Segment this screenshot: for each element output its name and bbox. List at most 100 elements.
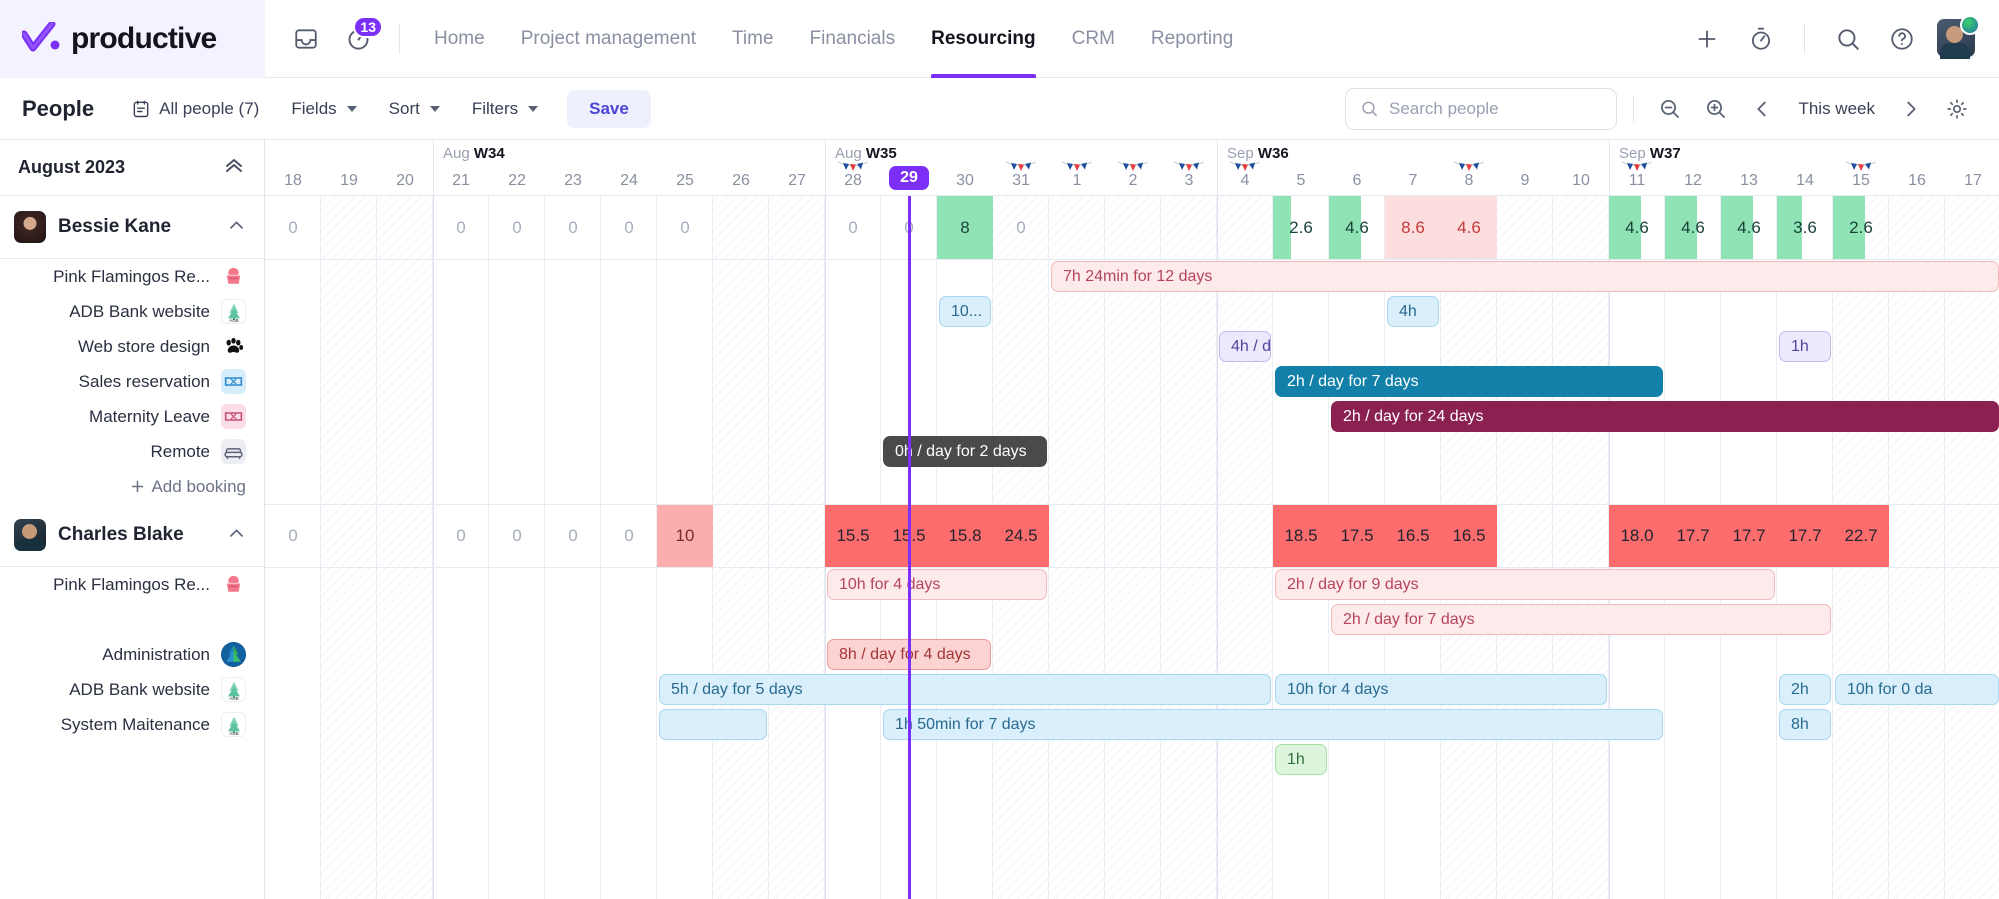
booking-bar[interactable]: 2h / day for 24 days <box>1331 401 1999 432</box>
capacity-cell[interactable]: 0 <box>825 196 881 259</box>
timeline-area[interactable]: Aug W34 Aug W35 Sep W36 Sep W37 18 19 20 21 2… <box>265 140 1999 899</box>
stopwatch-icon[interactable] <box>1742 20 1780 58</box>
help-icon[interactable] <box>1883 20 1921 58</box>
project-row[interactable]: Administration <box>0 637 264 672</box>
capacity-cell[interactable]: 10 <box>657 504 713 567</box>
booking-bar[interactable]: 4h <box>1387 296 1439 327</box>
view-selector-all-people[interactable]: All people (7) <box>120 92 270 126</box>
timeline-day-header[interactable]: 19 <box>321 140 377 196</box>
capacity-cell[interactable]: 2.6 <box>1833 196 1889 259</box>
timeline-day-header[interactable]: 30 <box>937 140 993 196</box>
add-booking-button[interactable]: Add booking <box>0 469 264 504</box>
booking-bar[interactable]: 2h / day for 7 days <box>1331 604 1831 635</box>
user-avatar[interactable] <box>1937 14 1980 59</box>
booking-bar[interactable]: 1h 50min for 7 days <box>883 709 1663 740</box>
timeline-day-header[interactable]: 5 <box>1273 140 1329 196</box>
save-button[interactable]: Save <box>567 89 651 128</box>
timeline-day-header[interactable]: 22 <box>489 140 545 196</box>
inbox-icon[interactable] <box>287 20 325 58</box>
capacity-cell[interactable]: 17.7 <box>1777 504 1833 567</box>
brand-logo[interactable]: productive <box>0 0 265 78</box>
timeline-day-header[interactable]: 1 <box>1049 140 1105 196</box>
timeline-day-header[interactable]: 15 <box>1833 140 1889 196</box>
booking-bar[interactable]: 10h for 4 days <box>1275 674 1607 705</box>
timeline-day-header[interactable]: 3 <box>1161 140 1217 196</box>
capacity-cell[interactable]: 0 <box>545 504 601 567</box>
capacity-cell[interactable]: 4.6 <box>1609 196 1665 259</box>
timeline-day-header[interactable]: 9 <box>1497 140 1553 196</box>
nav-item-home[interactable]: Home <box>434 0 485 78</box>
capacity-cell[interactable]: 15.5 <box>825 504 881 567</box>
search-people-box[interactable] <box>1345 87 1618 130</box>
project-row[interactable]: Remote <box>0 434 264 469</box>
chevron-up-icon[interactable] <box>227 524 246 547</box>
zoom-out-icon[interactable] <box>1650 89 1690 129</box>
timeline-day-header[interactable]: 11 <box>1609 140 1665 196</box>
booking-bar[interactable]: 4h / da... <box>1219 331 1271 362</box>
timeline-day-header[interactable]: 10 <box>1553 140 1609 196</box>
sort-dropdown[interactable]: Sort <box>378 92 451 126</box>
timeline-day-header[interactable]: 25 <box>657 140 713 196</box>
zoom-in-icon[interactable] <box>1696 89 1736 129</box>
timeline-day-header[interactable]: 17 <box>1945 140 1999 196</box>
booking-bar[interactable]: 8h <box>1779 709 1831 740</box>
capacity-cell[interactable]: 0 <box>265 196 321 259</box>
capacity-cell[interactable]: 0 <box>601 196 657 259</box>
timer-icon[interactable]: 13 <box>339 15 383 58</box>
capacity-cell[interactable]: 8 <box>937 196 993 259</box>
timeline-day-header[interactable]: 8 <box>1441 140 1497 196</box>
next-period-button[interactable] <box>1891 89 1931 129</box>
capacity-cell[interactable]: 17.7 <box>1721 504 1777 567</box>
collapse-all-icon[interactable] <box>222 153 246 182</box>
nav-item-time[interactable]: Time <box>732 0 774 78</box>
capacity-cell[interactable]: 0 <box>433 196 489 259</box>
capacity-cell[interactable]: 0 <box>601 504 657 567</box>
timeline-day-header[interactable]: 4 <box>1217 140 1273 196</box>
nav-item-reporting[interactable]: Reporting <box>1151 0 1233 78</box>
booking-bar[interactable]: 1h <box>1275 744 1327 775</box>
capacity-cell[interactable]: 18.0 <box>1609 504 1665 567</box>
timeline-day-header[interactable]: 14 <box>1777 140 1833 196</box>
booking-bar[interactable]: 7h 24min for 12 days <box>1051 261 1999 292</box>
capacity-cell[interactable]: 3.6 <box>1777 196 1833 259</box>
project-row[interactable]: Web store design <box>0 329 264 364</box>
timeline-day-header[interactable]: 28 <box>825 140 881 196</box>
capacity-cell[interactable]: 16.5 <box>1385 504 1441 567</box>
capacity-cell[interactable]: 0 <box>993 196 1049 259</box>
project-row[interactable]: ADB Bank website ADB <box>0 672 264 707</box>
capacity-cell[interactable]: 0 <box>489 196 545 259</box>
capacity-cell[interactable]: 2.6 <box>1273 196 1329 259</box>
filters-dropdown[interactable]: Filters <box>461 92 549 126</box>
nav-item-resourcing[interactable]: Resourcing <box>931 0 1036 78</box>
booking-bar[interactable]: 2h <box>1779 674 1831 705</box>
capacity-cell[interactable]: 17.5 <box>1329 504 1385 567</box>
project-row[interactable]: Sales reservation <box>0 364 264 399</box>
timeline-day-header[interactable]: 29 <box>881 140 937 196</box>
timeline-day-header[interactable]: 26 <box>713 140 769 196</box>
project-row[interactable]: System Maitenance ADB <box>0 707 264 742</box>
fields-dropdown[interactable]: Fields <box>280 92 367 126</box>
booking-bar[interactable]: 2h / day for 7 days <box>1275 366 1663 397</box>
project-row[interactable]: Pink Flamingos Re... <box>0 567 264 602</box>
timeline-day-header[interactable]: 12 <box>1665 140 1721 196</box>
capacity-cell[interactable]: 0 <box>657 196 713 259</box>
capacity-cell[interactable]: 4.6 <box>1329 196 1385 259</box>
booking-bar[interactable]: 10h for 0 da <box>1835 674 1999 705</box>
search-input[interactable] <box>1389 98 1603 119</box>
timeline-day-header[interactable]: 24 <box>601 140 657 196</box>
capacity-cell[interactable]: 0 <box>489 504 545 567</box>
timeline-day-header[interactable]: 2 <box>1105 140 1161 196</box>
capacity-cell[interactable]: 18.5 <box>1273 504 1329 567</box>
search-icon[interactable] <box>1829 20 1867 58</box>
nav-item-financials[interactable]: Financials <box>810 0 896 78</box>
capacity-cell[interactable]: 24.5 <box>993 504 1049 567</box>
timeline-day-header[interactable]: 13 <box>1721 140 1777 196</box>
timeline-day-header[interactable]: 7 <box>1385 140 1441 196</box>
project-row[interactable]: Pink Flamingos Re... <box>0 259 264 294</box>
project-row[interactable]: ADB Bank website ADB <box>0 294 264 329</box>
timeline-day-header[interactable]: 31 <box>993 140 1049 196</box>
booking-bar[interactable]: 10h for 4 days <box>827 569 1047 600</box>
capacity-cell[interactable]: 4.6 <box>1441 196 1497 259</box>
capacity-cell[interactable]: 0 <box>545 196 601 259</box>
timeline-day-header[interactable]: 16 <box>1889 140 1945 196</box>
